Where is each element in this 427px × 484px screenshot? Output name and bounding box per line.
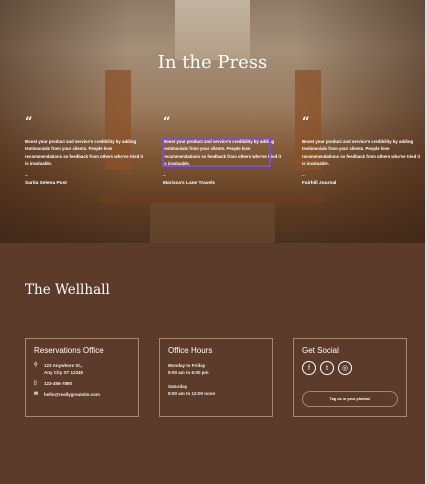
address-line: 123 Anywhere St., xyxy=(44,363,83,368)
dash: – xyxy=(25,173,28,180)
mail-icon: ✉ xyxy=(34,391,39,397)
press-quote: “ Boost your product and service's credi… xyxy=(25,115,145,187)
quote-icon: “ xyxy=(25,115,33,130)
skylight xyxy=(175,0,250,60)
quote-text: Boost your product and service's credibi… xyxy=(302,139,421,166)
quote-text: Boost your product and service's credibi… xyxy=(25,139,144,166)
tag-photos-button[interactable]: Tag us in your photos! xyxy=(302,391,398,407)
quote-icon: “ xyxy=(302,115,310,130)
email[interactable]: hello@reallygreatsite.com xyxy=(44,391,100,398)
dash: – xyxy=(302,173,305,180)
reservations-card: Reservations Office ⚲ 123 Anywhere St., An… xyxy=(25,338,139,417)
card-title: Get Social xyxy=(302,346,339,355)
quote-source: Fairhill Journal xyxy=(302,181,337,187)
card-title: Office Hours xyxy=(168,346,213,355)
twitter-icon[interactable]: t xyxy=(320,361,334,375)
railing xyxy=(100,195,325,203)
address-line: Any City ST 12345 xyxy=(44,370,84,375)
hours-card: Office Hours Monday to Friday 9:00 am to… xyxy=(159,338,273,417)
instagram-icon[interactable]: ◎ xyxy=(338,361,352,375)
press-quote: “ Boost your product and service's credi… xyxy=(302,115,422,187)
social-card: Get Social f t ◎ Tag us in your photos! xyxy=(293,338,407,417)
weekday-label: Monday to Friday xyxy=(168,363,206,368)
brand-name: The Wellhall xyxy=(25,282,110,298)
selection-highlight xyxy=(162,137,271,167)
saturday-label: Saturday xyxy=(168,384,188,389)
location-pin-icon: ⚲ xyxy=(34,362,38,368)
quote-icon: “ xyxy=(163,115,171,130)
weekday-hours: 9:00 am to 6:00 pm xyxy=(168,370,209,375)
phone-icon: ▯ xyxy=(34,380,37,386)
card-title: Reservations Office xyxy=(34,346,104,355)
dash: – xyxy=(163,173,166,180)
press-hero: In the Press “ Boost your product and se… xyxy=(0,0,425,243)
phone[interactable]: 123-456-7890 xyxy=(44,380,72,387)
saturday-hours: 9:00 am to 12:00 noon xyxy=(168,391,216,396)
section-title: In the Press xyxy=(157,52,268,73)
floor xyxy=(150,200,275,243)
facebook-icon[interactable]: f xyxy=(302,361,316,375)
quote-source: Sarita Selena Post xyxy=(25,181,67,187)
quote-source: Marissa's Lane Travels xyxy=(163,181,216,187)
